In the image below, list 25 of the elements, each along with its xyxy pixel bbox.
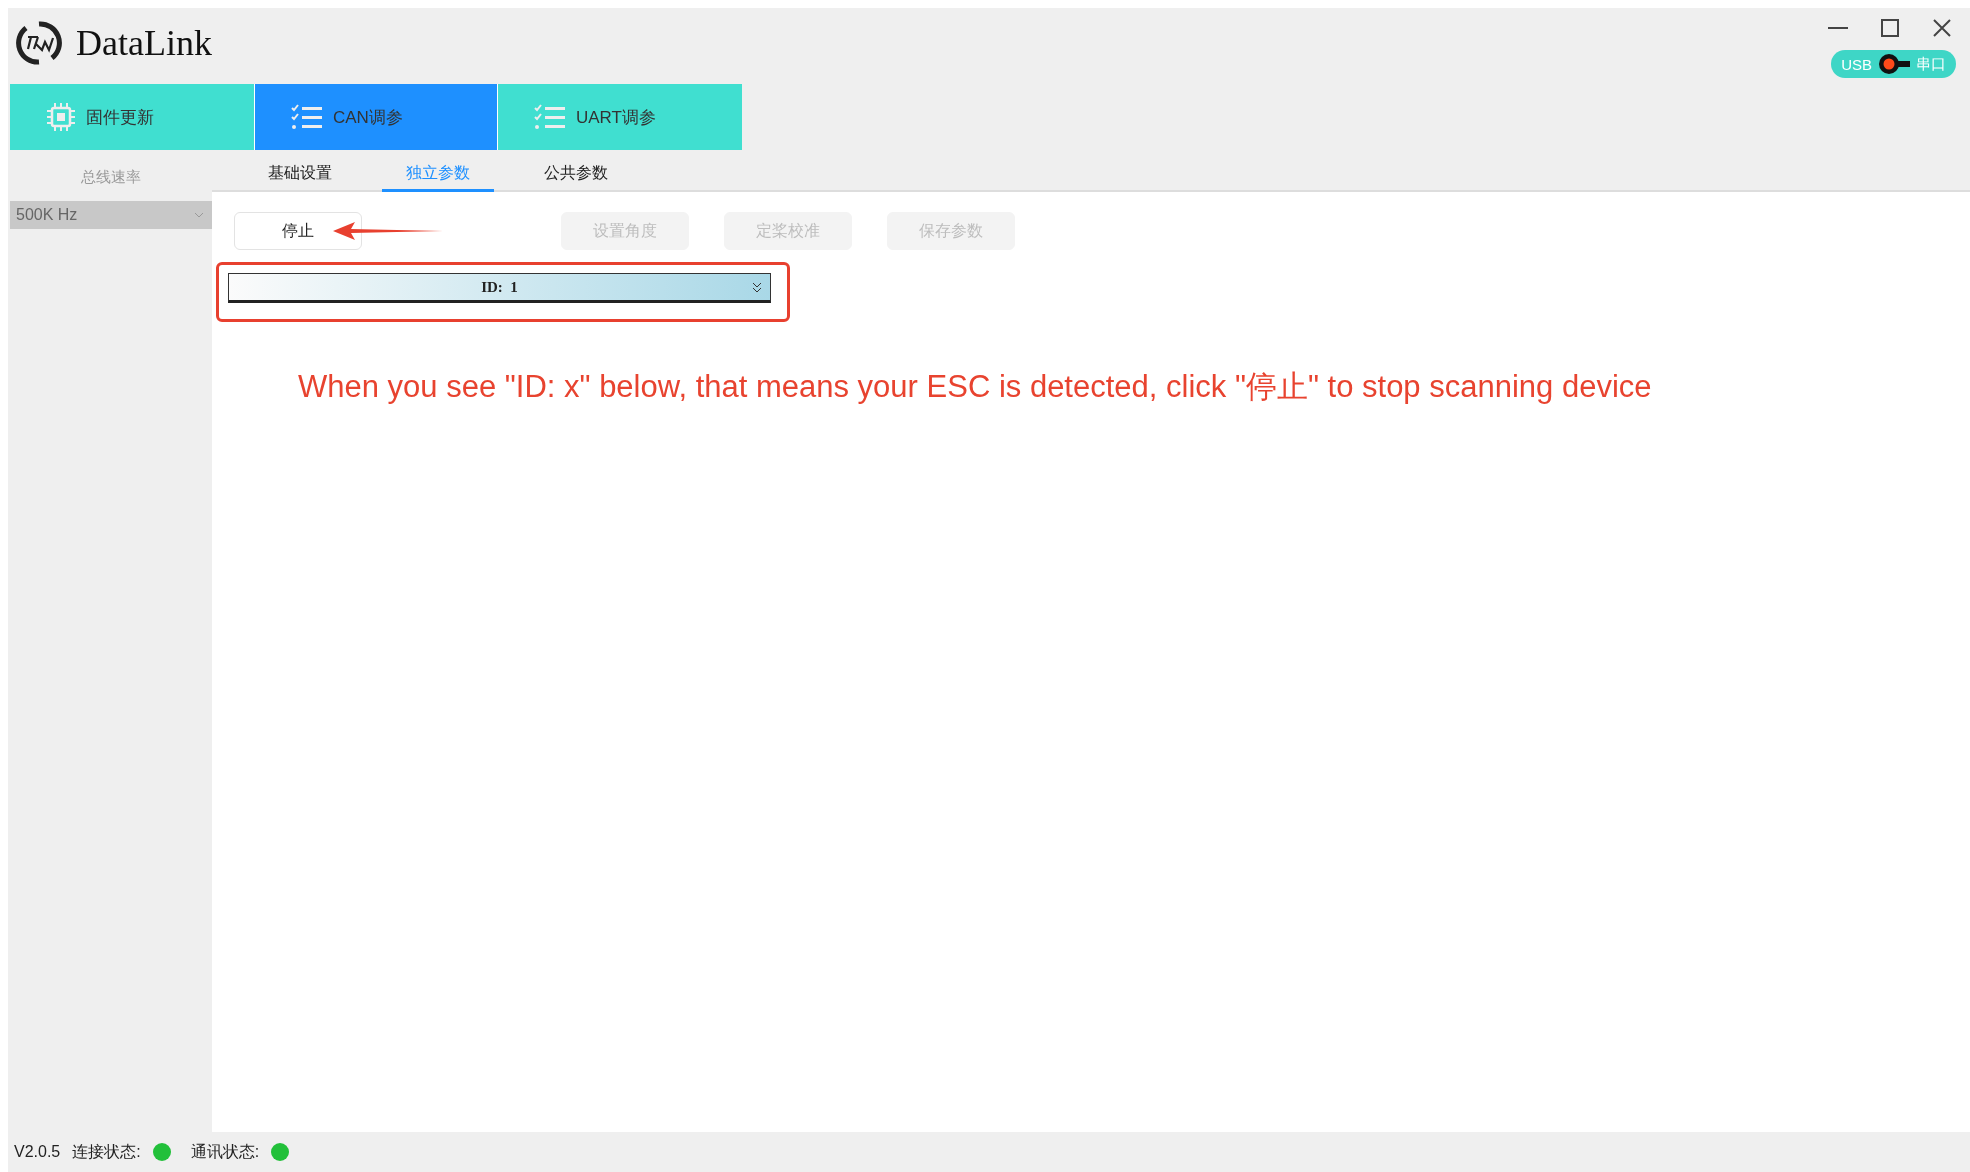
status-label: 通讯状态:: [190, 1141, 260, 1162]
sub-tab[interactable]: 基础设置: [244, 158, 356, 192]
toolbar-button[interactable]: 停止: [234, 212, 362, 250]
maximize-icon: [1881, 19, 1899, 37]
version-label: V2.0.5: [14, 1143, 61, 1161]
toggle-label: 串口: [1916, 54, 1946, 74]
logo-icon: [16, 20, 62, 66]
close-icon: [1933, 19, 1951, 37]
bus-rate-label: 总线速率: [80, 168, 142, 187]
device-row[interactable]: ID: 1: [228, 273, 771, 303]
expand-icon: [752, 282, 762, 294]
nav-tab[interactable]: UART调参: [498, 84, 742, 150]
checklist-icon: [291, 104, 323, 130]
annotation-text: When you see "ID: x" below, that means your ESC is detected, click "停止" to stop scanning device: [298, 368, 1653, 406]
minimize-icon: [1828, 27, 1848, 29]
toggle-label: USB: [1841, 55, 1872, 73]
app-title: DataLink: [76, 22, 212, 64]
chevron-down-icon: [194, 212, 204, 218]
nav-tab[interactable]: 固件更新: [10, 84, 254, 150]
toggle-knob-icon: [1878, 53, 1910, 75]
status-label: 连接状态:: [72, 1141, 141, 1162]
chip-icon: [46, 102, 76, 132]
sub-tab[interactable]: 公共参数: [520, 158, 632, 192]
checklist-icon: [534, 104, 566, 130]
nav-tab[interactable]: CAN调参: [254, 84, 498, 150]
